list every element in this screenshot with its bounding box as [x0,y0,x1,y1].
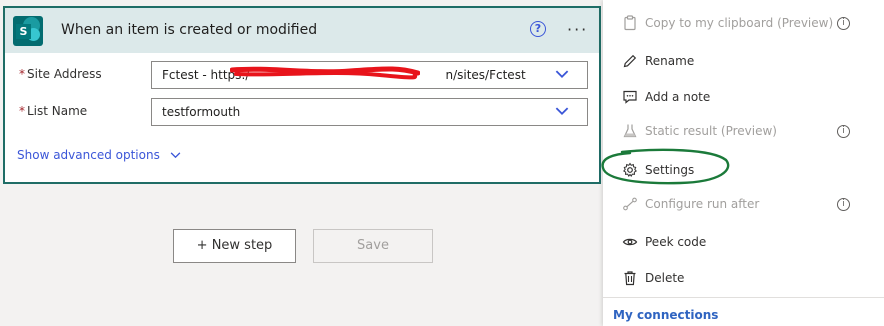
menu-item-copy-to-clipboard[interactable]: Copy to my clipboard (Preview) i [603,8,884,38]
pencil-icon [623,54,637,68]
show-advanced-options-label: Show advanced options [17,148,160,162]
site-address-label: * Site Address [19,67,102,81]
help-icon[interactable]: ? [530,21,546,37]
card-title: When an item is created or modified [61,22,318,38]
menu-item-rename[interactable]: Rename [603,46,884,76]
list-name-dropdown[interactable]: testformouth [151,98,588,126]
menu-item-add-a-note[interactable]: Add a note [603,82,884,112]
menu-item-label: Configure run after [645,197,760,211]
menu-item-static-result[interactable]: Static result (Preview) i [603,116,884,146]
menu-item-configure-run-after[interactable]: Configure run after i [603,189,884,219]
show-advanced-options-link[interactable]: Show advanced options [17,148,181,162]
info-icon[interactable]: i [837,17,850,30]
flask-icon [623,124,637,138]
required-mark: * [19,67,25,81]
chevron-down-icon[interactable] [555,70,569,79]
sharepoint-logo-icon: S [13,16,43,46]
menu-item-label: Static result (Preview) [645,124,777,138]
list-name-value: testformouth [162,105,241,119]
menu-item-label: Peek code [645,235,707,249]
menu-item-delete[interactable]: Delete [603,263,884,293]
required-mark: * [19,104,25,118]
annotation-circle [601,148,730,185]
new-step-button[interactable]: + New step [173,229,296,263]
menu-item-label: Rename [645,54,695,68]
run-after-icon [623,197,637,211]
save-button[interactable]: Save [313,229,433,263]
chevron-down-icon[interactable] [555,107,569,116]
eye-icon [622,238,638,246]
trash-icon [624,271,636,286]
chevron-down-icon [170,152,181,159]
card-header[interactable]: S When an item is created or modified ? … [5,8,599,53]
menu-item-peek-code[interactable]: Peek code [603,227,884,257]
my-connections-link[interactable]: My connections [613,308,718,322]
info-icon[interactable]: i [837,198,850,211]
trigger-card: S When an item is created or modified ? … [3,6,601,184]
menu-item-label: Add a note [645,90,711,104]
more-options-icon[interactable]: ··· [567,20,588,39]
menu-item-label: Delete [645,271,685,285]
info-icon[interactable]: i [837,125,850,138]
clipboard-icon [624,15,636,31]
redaction-scribble [230,66,420,80]
site-address-label-text: Site Address [27,67,102,81]
menu-divider [603,297,884,298]
menu-item-label: Copy to my clipboard (Preview) [645,16,834,30]
list-name-label: * List Name [19,104,87,118]
site-address-value-suffix: n/sites/Fctest [445,68,526,82]
list-name-label-text: List Name [27,104,88,118]
site-address-dropdown[interactable]: Fctest - https:/n/sites/Fctest [151,61,588,89]
note-icon [623,90,637,104]
